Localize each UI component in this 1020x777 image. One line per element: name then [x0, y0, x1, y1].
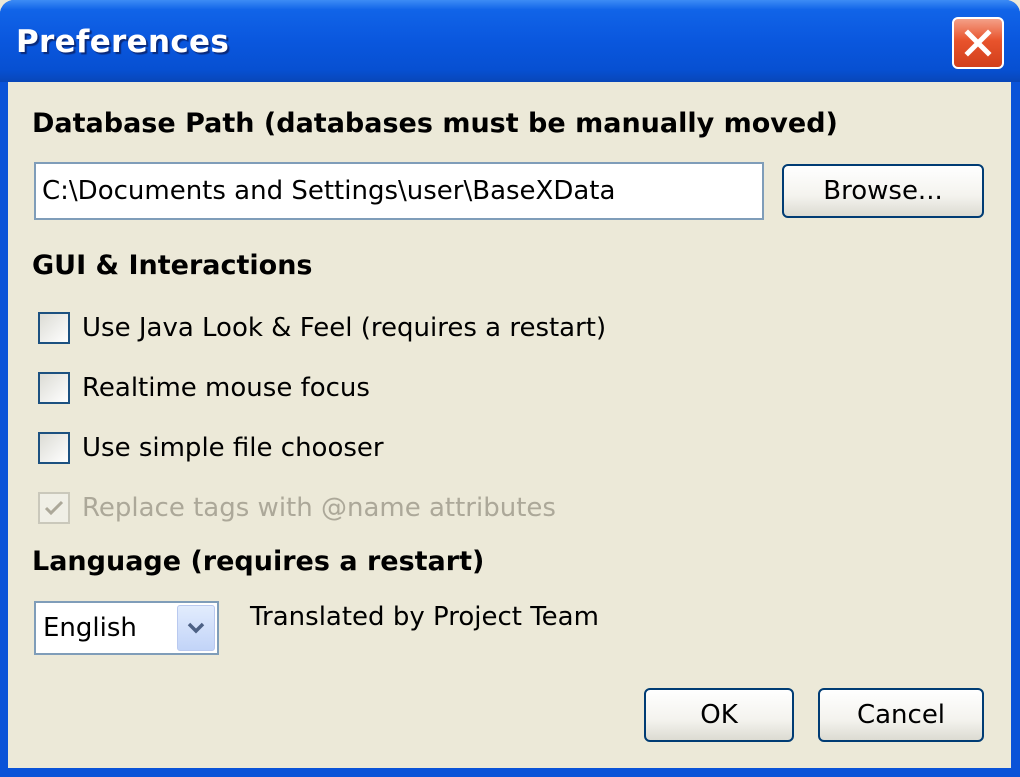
language-heading: Language (requires a restart) [32, 546, 485, 577]
browse-button[interactable]: Browse... [782, 164, 984, 218]
option-java-look-feel[interactable]: Use Java Look & Feel (requires a restart… [38, 310, 606, 346]
cancel-button[interactable]: Cancel [818, 688, 984, 742]
database-path-input[interactable]: C:\Documents and Settings\user\BaseXData [34, 162, 764, 220]
realtime-mouse-focus-checkbox[interactable] [38, 372, 70, 404]
option-replace-tags: Replace tags with @name attributes [38, 490, 556, 526]
replace-tags-label: Replace tags with @name attributes [82, 493, 556, 523]
close-button[interactable] [952, 17, 1004, 69]
window-title: Preferences [16, 24, 230, 60]
gui-interactions-heading: GUI & Interactions [32, 250, 313, 281]
database-path-heading: Database Path (databases must be manuall… [32, 108, 838, 139]
checkmark-icon [44, 500, 64, 516]
option-simple-file-chooser[interactable]: Use simple file chooser [38, 430, 384, 466]
java-look-feel-checkbox[interactable] [38, 312, 70, 344]
title-bar[interactable]: Preferences [0, 0, 1020, 82]
close-x-icon [964, 29, 992, 57]
language-dropdown-button[interactable] [177, 605, 215, 651]
simple-file-chooser-label: Use simple file chooser [82, 433, 384, 463]
dialog-content: Database Path (databases must be manuall… [8, 82, 1011, 768]
replace-tags-checkbox [38, 492, 70, 524]
language-selected-value: English [43, 613, 137, 643]
java-look-feel-label: Use Java Look & Feel (requires a restart… [82, 313, 607, 343]
ok-button[interactable]: OK [644, 688, 794, 742]
simple-file-chooser-checkbox[interactable] [38, 432, 70, 464]
option-realtime-mouse-focus[interactable]: Realtime mouse focus [38, 370, 370, 406]
preferences-dialog: Preferences Database Path (databases mus… [0, 0, 1020, 777]
translator-credit: Translated by Project Team [250, 602, 599, 632]
realtime-mouse-focus-label: Realtime mouse focus [82, 373, 370, 403]
chevron-down-icon [187, 622, 205, 634]
language-select[interactable]: English [34, 601, 219, 655]
